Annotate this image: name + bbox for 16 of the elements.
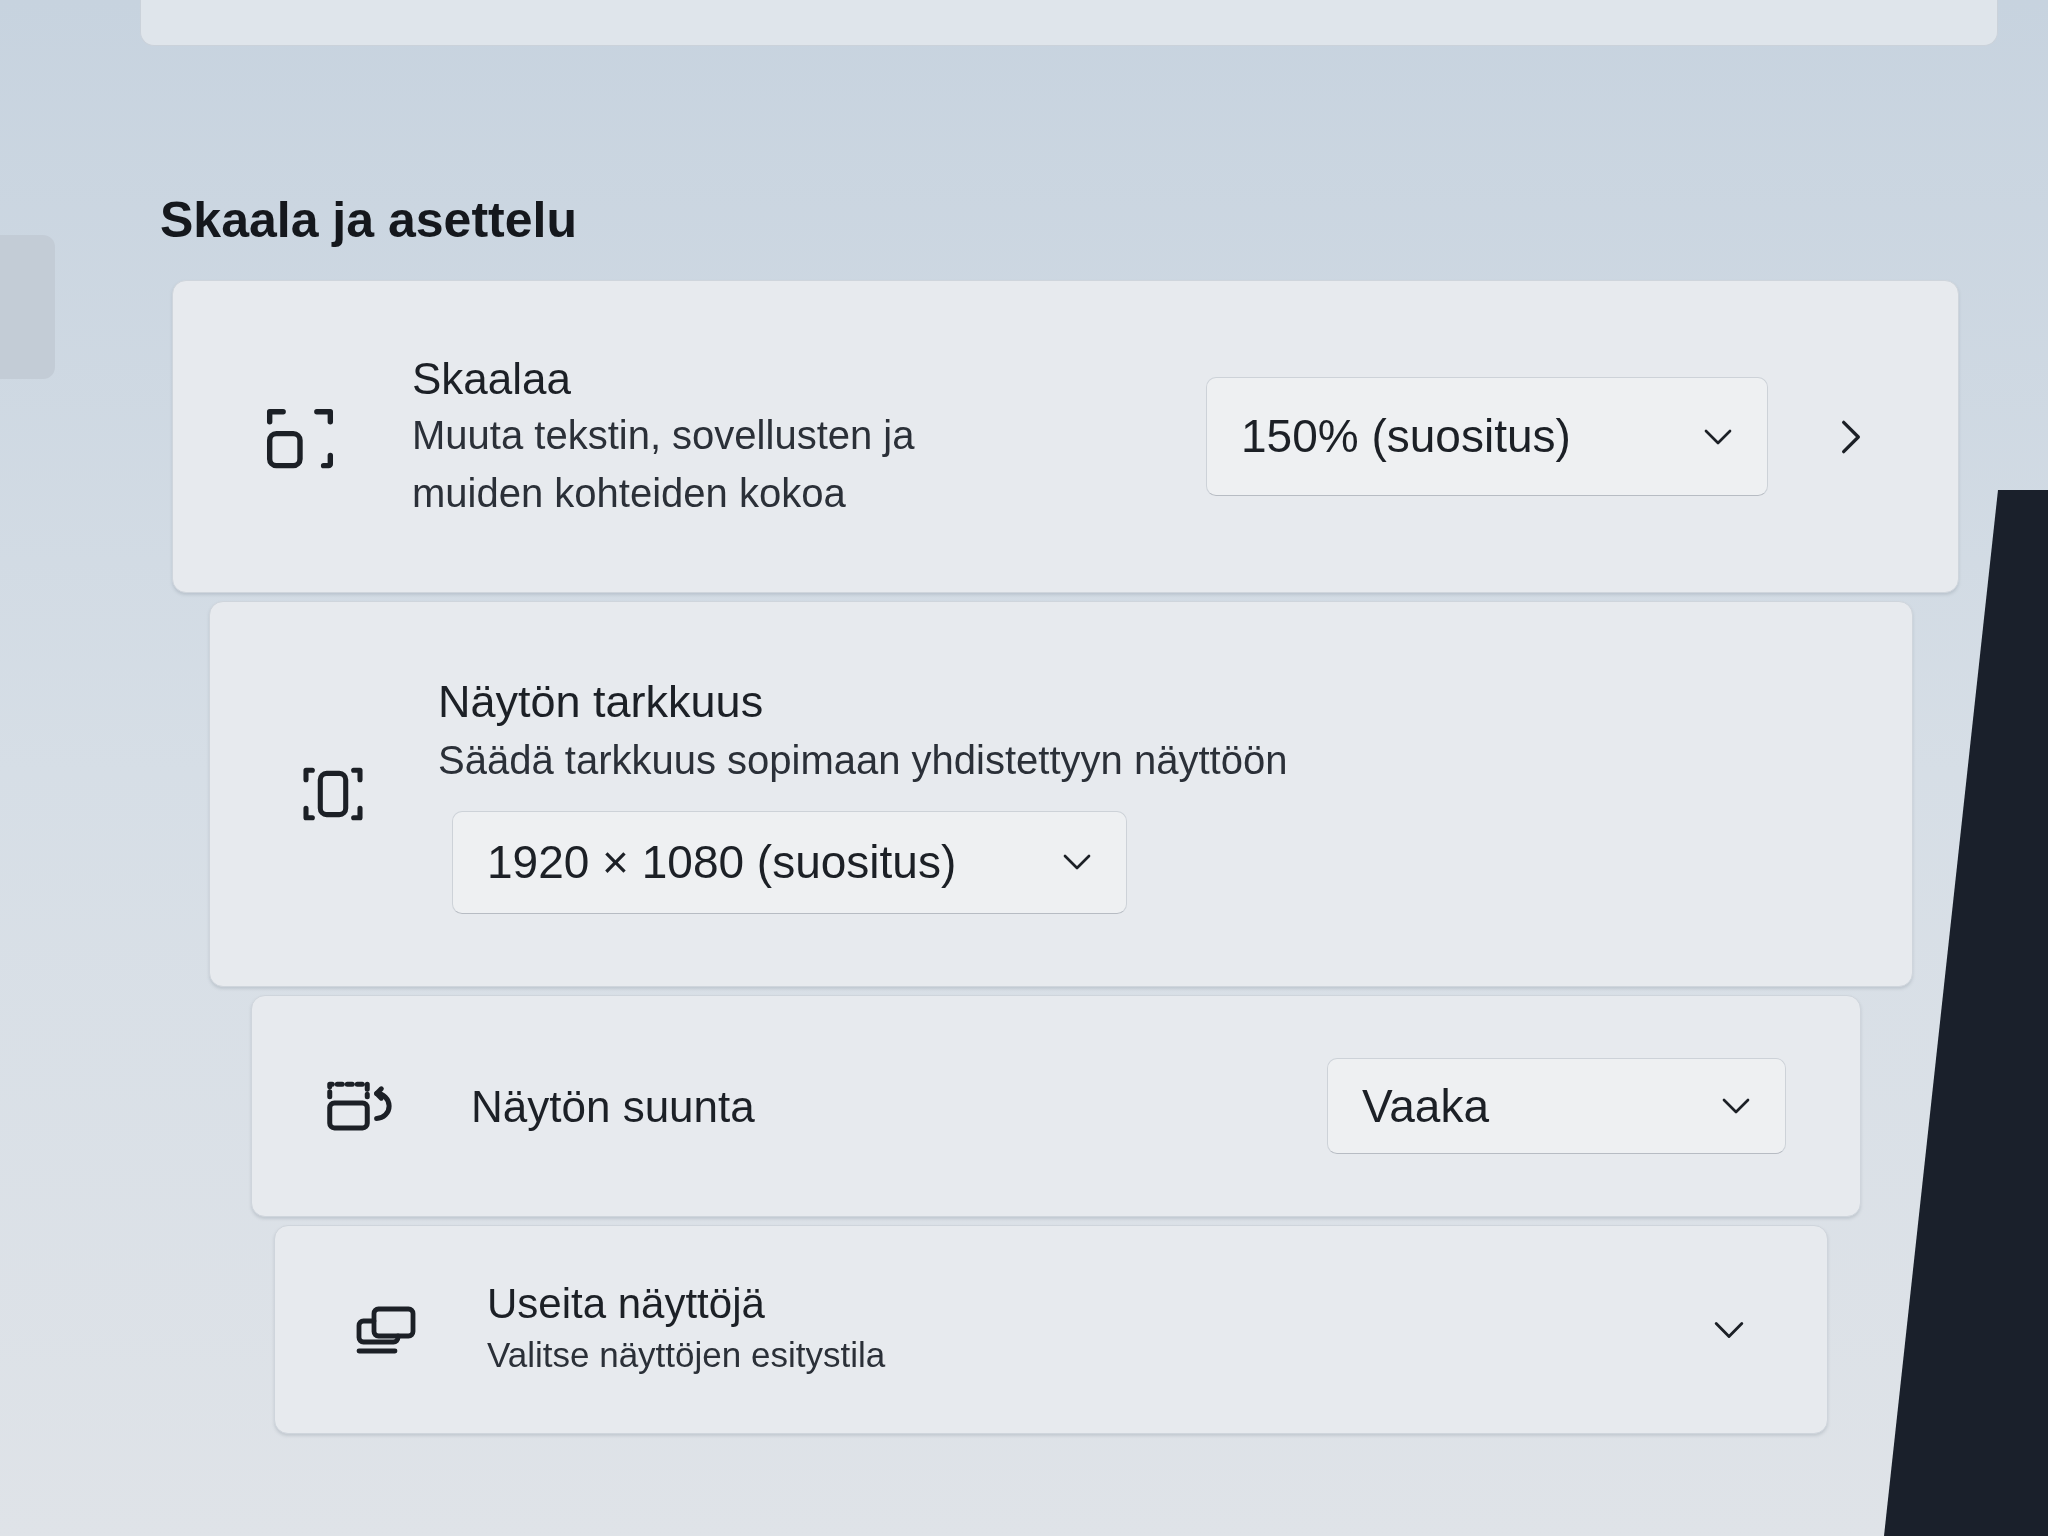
setting-title: Näytön tarkkuus	[438, 675, 765, 730]
two-monitors-icon	[354, 1305, 418, 1354]
caret-icon	[1721, 1097, 1751, 1115]
dropdown[interactable]: Vaaka	[1327, 1058, 1786, 1154]
setting-title: Skaalaa	[412, 353, 572, 405]
dropdown[interactable]: 1920 × 1080 (suositus)	[452, 810, 1127, 914]
setting-description: Valitse näyttöjen esitystila	[487, 1334, 887, 1377]
setting-description: Muuta tekstin, sovellusten ja muiden kohteiden kokoa	[412, 412, 916, 517]
caret-icon	[1062, 853, 1092, 872]
setting-title: Näytön suunta	[471, 1080, 756, 1133]
chevron-down-icon[interactable]	[1713, 1319, 1745, 1340]
caret-icon	[1703, 427, 1733, 446]
section-heading: Skaala ja asettelu	[160, 191, 577, 250]
setting-description: Säädä tarkkuus sopimaan yhdistettyyn näyttöön	[438, 736, 1289, 784]
dropdown[interactable]: 150% (suositus)	[1206, 377, 1768, 496]
setting-title: Useita näyttöjä	[487, 1278, 766, 1329]
